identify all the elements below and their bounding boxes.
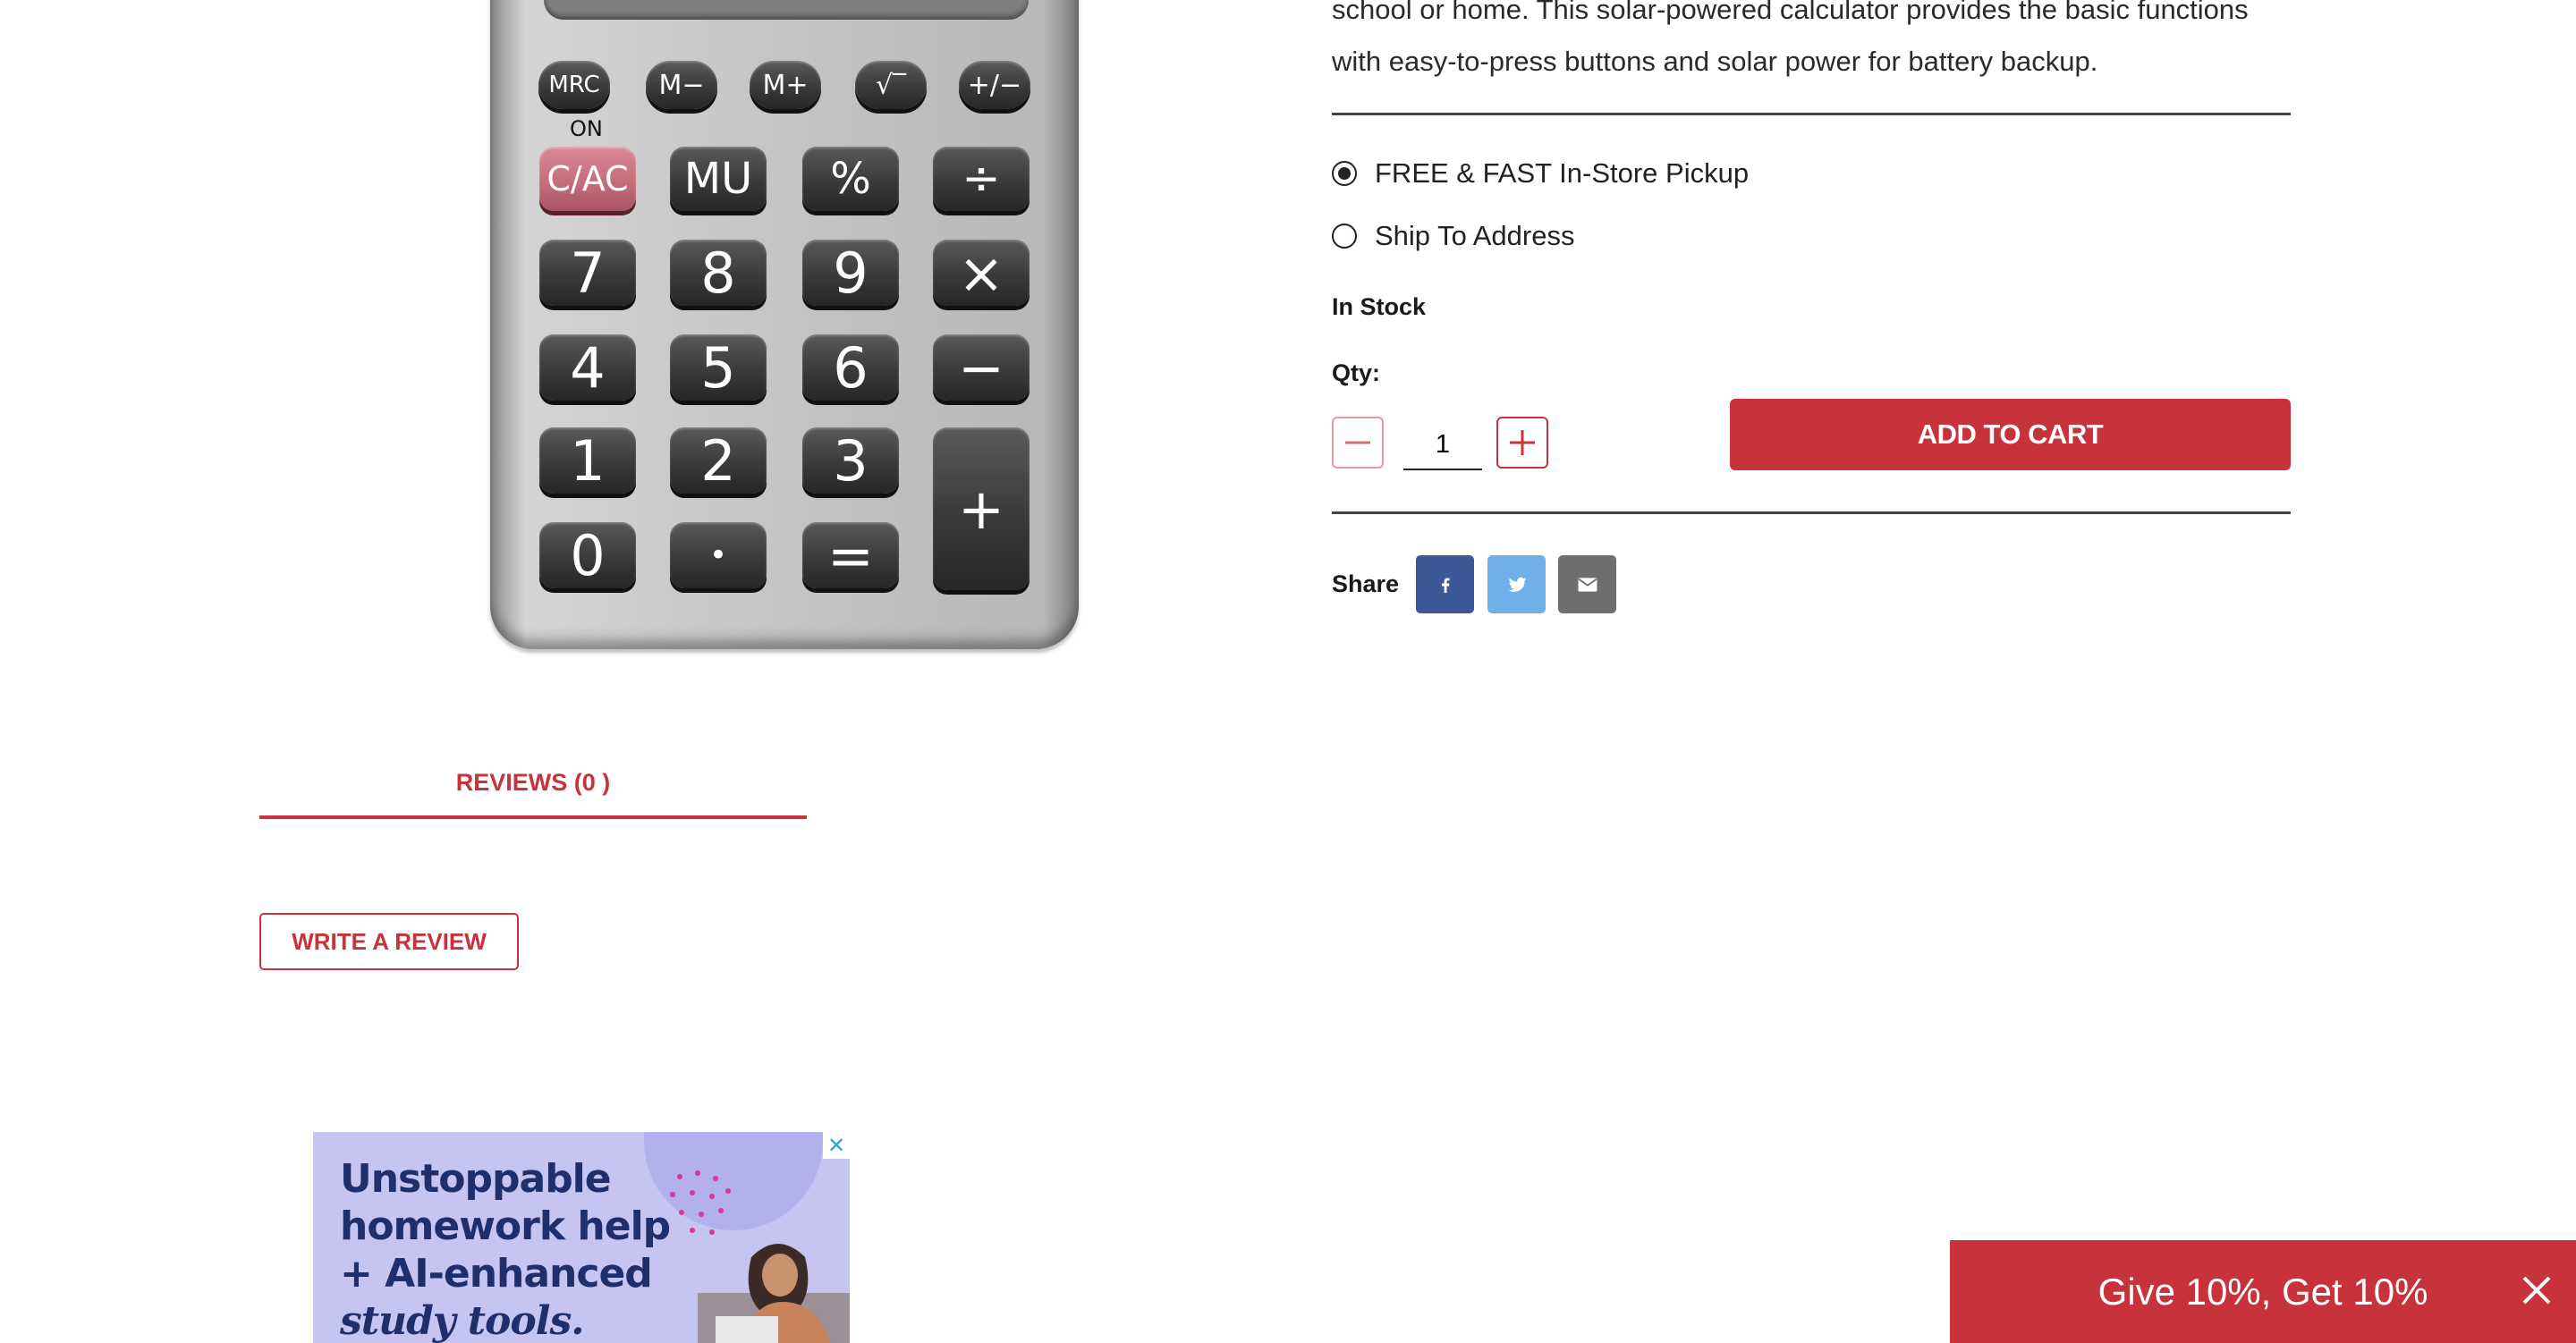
- divider-top: [1332, 113, 2291, 115]
- qty-label: Qty:: [1332, 359, 1380, 386]
- calc-key-5: 5: [670, 334, 767, 401]
- product-description: school or home. This solar-powered calcu…: [1332, 0, 2316, 88]
- radio-selected-icon[interactable]: [1332, 161, 1357, 186]
- calc-key-4: 4: [539, 334, 636, 401]
- facebook-icon: [1441, 578, 1449, 593]
- ad-line-3: + AI-enhanced: [340, 1251, 653, 1297]
- description-line-1: school or home. This solar-powered calcu…: [1332, 0, 2249, 25]
- share-email-button[interactable]: [1558, 555, 1616, 613]
- calc-key-decimal: •: [670, 522, 767, 588]
- calc-on-label: ON: [570, 116, 603, 141]
- calc-key-sqrt: √‾: [855, 61, 927, 109]
- share-label: Share: [1332, 570, 1400, 597]
- calc-key-2: 2: [670, 427, 767, 494]
- fulfillment-option-pickup[interactable]: FREE & FAST In-Store Pickup: [1332, 157, 1749, 190]
- ad-line-2: homework help: [340, 1204, 671, 1249]
- minus-icon: [1345, 441, 1370, 444]
- calc-key-0: 0: [539, 522, 636, 588]
- tab-reviews[interactable]: REVIEWS (0 ): [259, 769, 807, 819]
- ad-person-image: [698, 1244, 850, 1343]
- share-twitter-button[interactable]: [1487, 555, 1546, 613]
- calc-key-multiply: ×: [933, 240, 1030, 306]
- plus-icon: [1510, 430, 1535, 455]
- qty-decrement-button[interactable]: [1332, 417, 1384, 469]
- twitter-icon: [1508, 577, 1526, 592]
- ad-dots-decoration: [670, 1170, 731, 1235]
- ad-line-1: Unstoppable: [340, 1156, 612, 1202]
- calc-key-m-minus: M−: [646, 61, 717, 109]
- qty-increment-button[interactable]: [1496, 417, 1548, 469]
- calc-key-percent: %: [802, 147, 899, 211]
- email-icon: [1578, 577, 1597, 592]
- calc-key-6: 6: [802, 334, 899, 401]
- calc-key-3: 3: [802, 427, 899, 494]
- advertisement-banner[interactable]: Unstoppable homework help + AI-enhanced …: [313, 1132, 850, 1343]
- referral-promo-banner[interactable]: Give 10%, Get 10%: [1950, 1240, 2576, 1343]
- write-review-button[interactable]: WRITE A REVIEW: [259, 913, 519, 970]
- calc-key-mu: MU: [670, 147, 767, 211]
- calc-key-plus: +: [933, 427, 1030, 590]
- calc-key-equals: =: [802, 522, 899, 588]
- ad-close-icon[interactable]: ✕: [823, 1132, 850, 1159]
- stock-status: In Stock: [1332, 293, 1427, 320]
- calc-key-1: 1: [539, 427, 636, 494]
- close-icon[interactable]: [2519, 1272, 2555, 1308]
- radio-unselected-icon[interactable]: [1332, 224, 1357, 249]
- add-to-cart-button[interactable]: ADD TO CART: [1730, 399, 2291, 470]
- calc-key-8: 8: [670, 240, 767, 306]
- fulfillment-option-ship[interactable]: Ship To Address: [1332, 220, 1574, 252]
- calc-key-plus-minus: +/−: [959, 61, 1030, 109]
- ad-line-4: study tools.: [340, 1298, 585, 1343]
- calculator-display: [544, 0, 1029, 20]
- description-line-2: with easy-to-press buttons and solar pow…: [1332, 46, 2098, 77]
- calc-key-minus: −: [933, 334, 1030, 401]
- calc-key-mrc: MRC: [538, 61, 610, 109]
- qty-input[interactable]: [1403, 420, 1482, 470]
- divider-bottom: [1332, 511, 2291, 514]
- fulfillment-option-label: Ship To Address: [1375, 220, 1575, 251]
- calc-key-clear: C/AC: [539, 147, 636, 211]
- promo-text: Give 10%, Get 10%: [2097, 1270, 2428, 1313]
- share-facebook-button[interactable]: [1416, 555, 1474, 613]
- calc-key-7: 7: [539, 240, 636, 306]
- calc-key-9: 9: [802, 240, 899, 306]
- fulfillment-option-label: FREE & FAST In-Store Pickup: [1375, 157, 1750, 189]
- ad-headline: Unstoppable homework help + AI-enhanced …: [340, 1155, 671, 1343]
- calc-key-divide: ÷: [933, 147, 1030, 211]
- calc-key-m-plus: M+: [750, 61, 821, 109]
